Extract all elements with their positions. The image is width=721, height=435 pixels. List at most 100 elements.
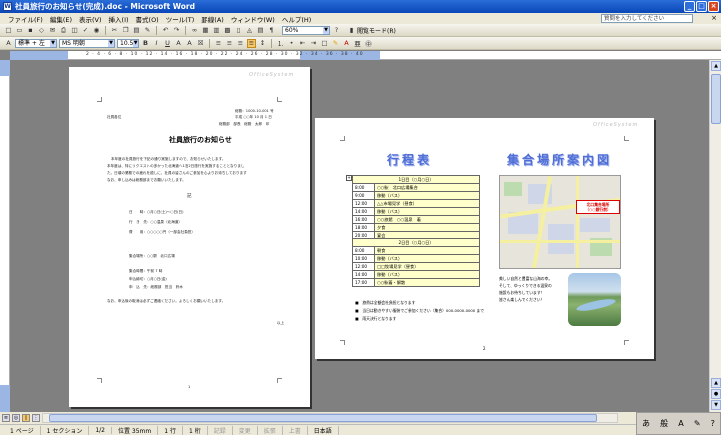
minimize-icon[interactable]: _: [684, 1, 695, 12]
mail-icon[interactable]: ✉: [48, 26, 57, 35]
char-border-icon[interactable]: A: [174, 39, 183, 48]
maximize-icon[interactable]: □: [696, 1, 707, 12]
browse-object-icon[interactable]: ●: [711, 389, 721, 399]
decrease-indent-icon[interactable]: ⇤: [298, 39, 307, 48]
open-icon[interactable]: ▭: [15, 26, 24, 35]
columns-icon[interactable]: ▯: [234, 26, 243, 35]
styles-icon[interactable]: A: [4, 39, 13, 48]
copy-icon[interactable]: ❐: [121, 26, 130, 35]
help-icon[interactable]: ?: [332, 26, 341, 35]
align-right-icon[interactable]: ≡: [236, 39, 245, 48]
insert-excel-icon[interactable]: ▩: [223, 26, 232, 35]
vertical-ruler[interactable]: [0, 60, 10, 412]
align-justify-icon[interactable]: ≡: [214, 39, 223, 48]
spellcheck-icon[interactable]: ✓: [81, 26, 90, 35]
read-mode-button[interactable]: ▮ 閲覧モード(R): [347, 26, 396, 35]
prev-page-icon[interactable]: ▲: [711, 378, 721, 388]
schedule-table-day2[interactable]: 2日目（○月○日） 8:00 朝食 10:00 移動（バス） 12:00 □□牧場見学…: [352, 238, 480, 287]
research-icon[interactable]: ◉: [92, 26, 101, 35]
close-icon[interactable]: ×: [708, 1, 719, 12]
document-map-icon[interactable]: ▤: [256, 26, 265, 35]
closing-line: なお、申込後の取消は必ずご連絡ください。よろしくお願いいたします。: [107, 299, 226, 303]
char-scale-icon[interactable]: ☒: [196, 39, 205, 48]
redo-icon[interactable]: ↷: [172, 26, 181, 35]
menu-window[interactable]: ウィンドウ(W): [231, 14, 275, 24]
status-ext[interactable]: 拡張: [258, 425, 283, 435]
ime-kanji-icon[interactable]: 般: [660, 418, 668, 429]
outline-view-icon[interactable]: ⋮: [32, 414, 40, 422]
menu-edit[interactable]: 編集(E): [50, 14, 72, 24]
font-color-icon[interactable]: A: [342, 39, 351, 48]
ime-mode-icon[interactable]: あ: [642, 418, 650, 429]
vruler-margin-bottom: [0, 385, 10, 412]
show-hide-icon[interactable]: ¶: [267, 26, 276, 35]
print-preview-icon[interactable]: ◫: [70, 26, 79, 35]
status-trk[interactable]: 変更: [233, 425, 258, 435]
horizontal-ruler[interactable]: 2 · 4 · 6 · 8 · 10 · 12 · 14 · 16 · 18 ·…: [10, 51, 721, 60]
highlight-icon[interactable]: ✎: [331, 39, 340, 48]
crop-mark: [277, 378, 282, 383]
word-app-icon[interactable]: W: [3, 2, 12, 11]
ime-a-icon[interactable]: A: [678, 419, 683, 428]
page-1[interactable]: OfficeSystem 総務：1000-10-001 号 平成 ○○年 10 …: [69, 67, 310, 407]
menu-file[interactable]: ファイル(F): [8, 14, 43, 24]
underline-icon[interactable]: U: [163, 39, 172, 48]
next-page-icon[interactable]: ▼: [711, 400, 721, 410]
cut-icon[interactable]: ✂: [110, 26, 119, 35]
ime-pad-icon[interactable]: ✎: [694, 419, 701, 428]
enclosed-char-icon[interactable]: ㊥: [364, 39, 373, 48]
menu-tools[interactable]: ツール(T): [166, 14, 195, 24]
font-size-select[interactable]: 10.5 ▼: [117, 38, 139, 48]
status-pages: 1/2: [89, 426, 112, 434]
format-painter-icon[interactable]: ✎: [143, 26, 152, 35]
undo-icon[interactable]: ↶: [161, 26, 170, 35]
page-2[interactable]: OfficeSystem 行程表 集合場所案内図 + 1日目（○月○日） 8:0…: [315, 118, 654, 359]
drawing-icon[interactable]: ◬: [245, 26, 254, 35]
menu-table[interactable]: 罫線(A): [201, 14, 224, 24]
menu-help[interactable]: ヘルプ(H): [282, 14, 311, 24]
italic-icon[interactable]: I: [152, 39, 161, 48]
style-select[interactable]: 標準 + 左 ▼: [15, 38, 57, 48]
menu-insert[interactable]: 挿入(I): [109, 14, 129, 24]
hyperlink-icon[interactable]: ∞: [190, 26, 199, 35]
menu-view[interactable]: 表示(V): [79, 14, 102, 24]
menu-format[interactable]: 書式(O): [136, 14, 159, 24]
normal-view-icon[interactable]: ≡: [2, 414, 10, 422]
numbering-icon[interactable]: ⒈: [276, 39, 285, 48]
new-doc-icon[interactable]: □: [4, 26, 13, 35]
doc-close-icon[interactable]: ×: [711, 14, 717, 22]
outside-border-icon[interactable]: □: [320, 39, 329, 48]
ime-help-icon[interactable]: ?: [711, 419, 715, 428]
doc-title: 社員旅行のお知らせ: [169, 135, 232, 144]
web-view-icon[interactable]: ◎: [12, 414, 20, 422]
vertical-scrollbar[interactable]: ▲ ▲ ● ▼: [709, 60, 721, 412]
line-spacing-icon[interactable]: ↕: [258, 39, 267, 48]
increase-indent-icon[interactable]: ⇥: [309, 39, 318, 48]
print-layout-icon[interactable]: ▯: [22, 414, 30, 422]
zoom-select[interactable]: 60% ▼: [282, 25, 330, 35]
status-rec[interactable]: 記録: [208, 425, 233, 435]
paste-icon[interactable]: ▤: [132, 26, 141, 35]
hscroll-thumb[interactable]: [49, 414, 597, 422]
table-row: 10:00 移動（バス）: [352, 254, 480, 263]
meeting-place-map[interactable]: 北口集合場所 （○○銀行前）: [499, 175, 621, 269]
font-select[interactable]: MS 明朝 ▼: [59, 38, 115, 48]
scroll-thumb[interactable]: [711, 74, 721, 124]
chevron-down-icon: ▼: [50, 39, 56, 47]
save-icon[interactable]: ▪: [26, 26, 35, 35]
status-ovr[interactable]: 上書: [283, 425, 308, 435]
tables-borders-icon[interactable]: ▦: [201, 26, 210, 35]
schedule-table-day1[interactable]: 1日目（○月○日） 8:00 ○○駅 北口広場集合 9:00 移動（バス） 12:0…: [352, 175, 480, 240]
align-center-icon[interactable]: ≡: [225, 39, 234, 48]
align-distributed-icon[interactable]: ≡: [247, 38, 256, 48]
bold-icon[interactable]: B: [141, 39, 150, 48]
char-shading-icon[interactable]: A: [185, 39, 194, 48]
scroll-up-icon[interactable]: ▲: [711, 61, 721, 71]
insert-table-icon[interactable]: ▥: [212, 26, 221, 35]
horizontal-scrollbar[interactable]: [42, 413, 618, 423]
help-search-input[interactable]: 質問を入力してください: [601, 14, 693, 23]
permission-icon[interactable]: ◇: [37, 26, 46, 35]
print-icon[interactable]: ⎙: [59, 26, 68, 35]
phonetic-guide-icon[interactable]: 亜: [353, 39, 362, 48]
bullets-icon[interactable]: •: [287, 39, 296, 48]
